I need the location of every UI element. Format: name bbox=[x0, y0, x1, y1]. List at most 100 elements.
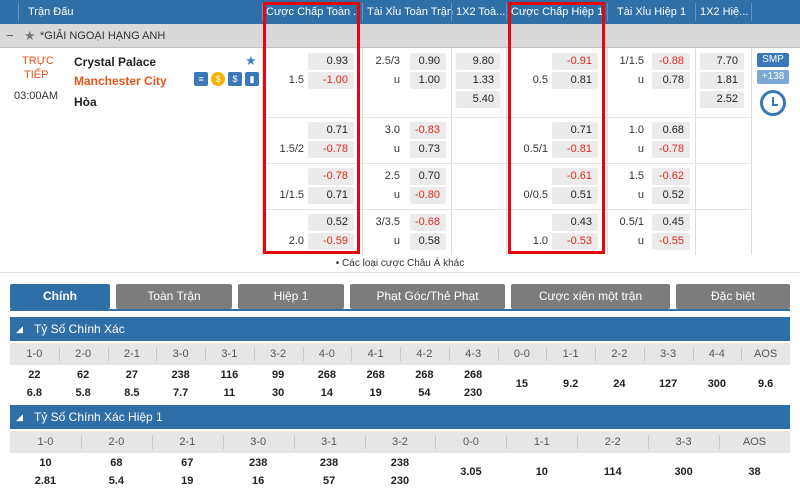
score-odd[interactable]: 3.05 bbox=[435, 464, 506, 480]
x12_ft-odd[interactable]: 1.33 bbox=[456, 72, 500, 89]
tab-hiep-1[interactable]: Hiệp 1 bbox=[238, 284, 344, 309]
coin-icon[interactable]: $ bbox=[211, 72, 225, 86]
score-header: 4-3 bbox=[465, 348, 482, 360]
score-odd[interactable]: 9.2 bbox=[546, 376, 595, 392]
tab-cuoc-xien[interactable]: Cược xiên một trận bbox=[511, 284, 670, 309]
ou_ft-line-bottom: u bbox=[393, 143, 400, 155]
league-name: *GIẢI NGOẠI HẠNG ANH bbox=[40, 30, 166, 42]
x12_h1-odd[interactable]: 7.70 bbox=[700, 53, 744, 70]
ou_h1-odd-bottom[interactable]: 0.52 bbox=[652, 187, 690, 204]
x12_ft-odd[interactable]: 5.40 bbox=[456, 91, 500, 108]
ou_ft-line-top: 3.0 bbox=[384, 124, 400, 136]
ou_ft-line-top: 2.5/3 bbox=[375, 55, 400, 67]
score-odd-bottom[interactable]: 8.5 bbox=[108, 385, 157, 401]
favorite-star-icon[interactable]: ★ bbox=[245, 53, 257, 69]
score-odd[interactable]: 300 bbox=[693, 376, 742, 392]
score-odd-bottom[interactable]: 30 bbox=[254, 385, 303, 401]
score-odd-bottom[interactable]: 19 bbox=[351, 385, 400, 401]
score-odd-bottom[interactable]: 14 bbox=[303, 385, 352, 401]
bars-icon[interactable]: ▮ bbox=[245, 72, 259, 86]
x12_ft-odd[interactable]: 9.80 bbox=[456, 53, 500, 70]
score-odd[interactable]: 10 bbox=[506, 464, 577, 480]
score-odd-bottom[interactable]: 54 bbox=[400, 385, 449, 401]
more-bets-link[interactable]: • Các loại cược Châu Á khác bbox=[0, 255, 800, 273]
score-header: 3-2 bbox=[270, 348, 287, 360]
collapse-arrow-icon[interactable]: ◢ bbox=[16, 317, 23, 341]
tab-phat-goc[interactable]: Phạt Góc/Thẻ Phạt bbox=[350, 284, 505, 309]
ou_ft-odd-bottom[interactable]: 1.00 bbox=[410, 72, 446, 89]
score-odd[interactable]: 300 bbox=[648, 464, 719, 480]
score-odd-top[interactable]: 10 bbox=[10, 455, 81, 471]
stats-icon[interactable]: ≡ bbox=[194, 72, 208, 86]
score-odd-bottom[interactable]: 6.8 bbox=[10, 385, 59, 401]
score-odd-top[interactable]: 22 bbox=[10, 367, 59, 383]
score-odd-bottom[interactable]: 11 bbox=[205, 385, 254, 401]
section-title: Tỷ Số Chính Xác Hiệp 1 bbox=[34, 410, 163, 424]
score-odd[interactable]: 24 bbox=[595, 376, 644, 392]
away-team[interactable]: Manchester City bbox=[74, 74, 167, 88]
score-odd[interactable]: 15 bbox=[498, 376, 547, 392]
score-odd-top[interactable]: 238 bbox=[223, 455, 294, 471]
score-odd-top[interactable]: 238 bbox=[156, 367, 205, 383]
score-odd[interactable]: 114 bbox=[577, 464, 648, 480]
score-odd-top[interactable]: 238 bbox=[365, 455, 436, 471]
smp-button[interactable]: SMP bbox=[757, 53, 789, 67]
score-odd-top[interactable]: 268 bbox=[351, 367, 400, 383]
score-odd-top[interactable]: 27 bbox=[108, 367, 157, 383]
tab-toan-tran[interactable]: Toàn Trận bbox=[116, 284, 232, 309]
ou_ft-line-bottom: u bbox=[393, 74, 400, 86]
league-row[interactable]: − ★ *GIẢI NGOẠI HẠNG ANH bbox=[0, 24, 800, 48]
score-header: 3-3 bbox=[675, 436, 692, 448]
section-correct-score[interactable]: ◢ Tỷ Số Chính Xác bbox=[10, 317, 790, 341]
ou_h1-line-bottom: u bbox=[637, 143, 644, 155]
score-odd-top[interactable]: 67 bbox=[152, 455, 223, 471]
score-odd[interactable]: 38 bbox=[719, 464, 790, 480]
kickoff-time: 03:00AM bbox=[14, 90, 59, 102]
star-icon[interactable]: ★ bbox=[24, 24, 36, 48]
score-odd-top[interactable]: 99 bbox=[254, 367, 303, 383]
dollar-icon[interactable]: $ bbox=[228, 72, 242, 86]
score-odd[interactable]: 9.6 bbox=[741, 376, 790, 392]
ou_h1-odd-top[interactable]: -0.62 bbox=[652, 168, 690, 185]
ou_ft-odd-top[interactable]: -0.68 bbox=[410, 214, 446, 231]
draw-label: Hòa bbox=[74, 95, 97, 109]
score-odd-bottom[interactable]: 5.8 bbox=[59, 385, 108, 401]
tab-dac-biet[interactable]: Đặc biệt bbox=[676, 284, 790, 309]
score-odd-bottom[interactable]: 230 bbox=[449, 385, 498, 401]
score-odd-top[interactable]: 268 bbox=[449, 367, 498, 383]
ou_h1-odd-top[interactable]: -0.88 bbox=[652, 53, 690, 70]
more-markets-count[interactable]: +138 bbox=[757, 70, 789, 84]
header-1x2-ft[interactable]: 1X2 Toà... bbox=[456, 0, 506, 24]
ou_ft-odd-top[interactable]: 0.70 bbox=[410, 168, 446, 185]
ou_h1-odd-bottom[interactable]: 0.78 bbox=[652, 72, 690, 89]
ou_ft-odd-bottom[interactable]: 0.73 bbox=[410, 141, 446, 158]
header-1x2-h1[interactable]: 1X2 Hiệ... bbox=[700, 0, 750, 24]
ou_h1-odd-bottom[interactable]: -0.55 bbox=[652, 233, 690, 250]
score-odd-top[interactable]: 238 bbox=[294, 455, 365, 471]
score-odd-top[interactable]: 268 bbox=[303, 367, 352, 383]
home-team[interactable]: Crystal Palace bbox=[74, 55, 156, 69]
ou_h1-odd-bottom[interactable]: -0.78 bbox=[652, 141, 690, 158]
tab-chinh[interactable]: Chính bbox=[10, 284, 110, 309]
score-odd[interactable]: 127 bbox=[644, 376, 693, 392]
score-odd-top[interactable]: 268 bbox=[400, 367, 449, 383]
collapse-icon[interactable]: − bbox=[6, 24, 14, 48]
header-ou-ft[interactable]: Tài Xỉu Toàn Trận bbox=[367, 0, 457, 24]
score-odd-top[interactable]: 68 bbox=[81, 455, 152, 471]
x12_h1-odd[interactable]: 2.52 bbox=[700, 91, 744, 108]
section-correct-score-h1[interactable]: ◢ Tỷ Số Chính Xác Hiệp 1 bbox=[10, 405, 790, 429]
ou_h1-odd-top[interactable]: 0.68 bbox=[652, 122, 690, 139]
collapse-arrow-icon[interactable]: ◢ bbox=[16, 405, 23, 429]
score-odd-top[interactable]: 116 bbox=[205, 367, 254, 383]
ou_ft-odd-top[interactable]: -0.83 bbox=[410, 122, 446, 139]
header-ou-h1[interactable]: Tài Xỉu Hiệp 1 bbox=[617, 0, 697, 24]
ou_ft-odd-bottom[interactable]: 0.58 bbox=[410, 233, 446, 250]
score-odd-top[interactable]: 62 bbox=[59, 367, 108, 383]
score-header: 1-0 bbox=[37, 436, 54, 448]
ou_ft-odd-top[interactable]: 0.90 bbox=[410, 53, 446, 70]
x12_h1-odd[interactable]: 1.81 bbox=[700, 72, 744, 89]
ou_ft-odd-bottom[interactable]: -0.80 bbox=[410, 187, 446, 204]
ou_h1-odd-top[interactable]: 0.45 bbox=[652, 214, 690, 231]
score-odd-bottom[interactable]: 7.7 bbox=[156, 385, 205, 401]
history-clock-icon[interactable] bbox=[760, 90, 786, 116]
